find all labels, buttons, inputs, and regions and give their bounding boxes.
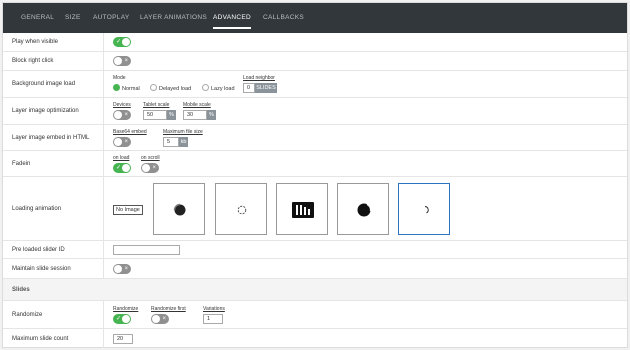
- max-slide-count-input[interactable]: 20: [113, 334, 133, 344]
- on-scroll-label: on scroll: [141, 155, 160, 161]
- row-label: Randomize: [3, 301, 104, 328]
- cross-icon: ×: [152, 165, 156, 171]
- randomize-first-toggle[interactable]: ×: [151, 314, 169, 324]
- cross-icon: ×: [124, 112, 128, 118]
- cross-icon: ×: [124, 58, 128, 64]
- tablet-scale-input[interactable]: 50: [143, 110, 167, 120]
- slides-unit: SLIDES: [255, 83, 277, 93]
- tab-autoplay[interactable]: Autoplay: [93, 3, 129, 33]
- row-randomize: Randomize Randomize ✓ Randomize first × …: [3, 301, 627, 329]
- base64-embed-label: Base64 embed: [113, 129, 147, 135]
- no-image-button[interactable]: No Image: [113, 205, 143, 215]
- cross-icon: ×: [124, 139, 128, 145]
- row-label: Layer image optimization: [3, 98, 104, 124]
- spinner-ring-icon: [237, 205, 247, 215]
- percent-unit: %: [167, 110, 176, 120]
- on-load-label: on load: [113, 155, 130, 161]
- row-maintain-session: Maintain slide session ×: [3, 259, 627, 279]
- fadein-on-scroll-toggle[interactable]: ×: [141, 163, 159, 173]
- block-right-click-toggle[interactable]: ×: [113, 56, 131, 66]
- variations-label: Variations: [203, 306, 225, 312]
- row-fadein: Fadein on load ✓ on scroll ×: [3, 151, 627, 177]
- row-label: Block right click: [3, 52, 104, 70]
- spinner-dot-icon: [173, 203, 186, 216]
- randomize-label: Randomize: [113, 306, 139, 312]
- check-icon: ✓: [116, 316, 122, 322]
- variations-input[interactable]: 1: [203, 314, 223, 324]
- randomize-first-label: Randomize first: [151, 306, 186, 312]
- section-slides: Slides: [3, 279, 627, 301]
- animation-option[interactable]: [337, 183, 389, 235]
- animation-option[interactable]: [215, 183, 267, 235]
- tab-size[interactable]: Size: [65, 3, 81, 33]
- tablet-scale-label: Tablet scale: [143, 102, 170, 108]
- row-background-image-load: Background image load Mode Normal Delaye…: [3, 71, 627, 98]
- tab-layer-animations[interactable]: Layer animations: [140, 3, 207, 33]
- cross-icon: ×: [124, 266, 128, 272]
- percent-unit: %: [207, 110, 216, 120]
- randomize-toggle[interactable]: ✓: [113, 314, 131, 324]
- row-loading-animation: Loading animation No Image: [3, 177, 627, 241]
- row-label: Fadein: [3, 151, 104, 176]
- row-pre-loaded-slider: Pre loaded slider ID: [3, 241, 627, 259]
- tab-callbacks[interactable]: Callbacks: [263, 3, 304, 33]
- row-label: Pre loaded slider ID: [3, 241, 104, 258]
- devices-toggle[interactable]: ×: [113, 110, 131, 120]
- pre-loaded-slider-input[interactable]: [113, 245, 180, 255]
- row-label: Layer image embed in HTML: [3, 125, 104, 150]
- tab-general[interactable]: General: [21, 3, 54, 33]
- load-neighbor-label: Load neighbor: [243, 75, 275, 81]
- radio-normal[interactable]: Normal: [113, 84, 140, 93]
- animation-option[interactable]: [276, 183, 328, 235]
- mode-label: Mode: [113, 75, 126, 81]
- radio-lazy-load[interactable]: Lazy load: [202, 84, 235, 93]
- play-when-visible-toggle[interactable]: ✓: [113, 37, 131, 47]
- load-neighbor-input[interactable]: 0: [243, 83, 255, 93]
- devices-label: Devices: [113, 102, 131, 108]
- tab-advanced[interactable]: Advanced: [213, 3, 252, 33]
- row-label: Loading animation: [3, 177, 104, 240]
- radio-delayed-load[interactable]: Delayed load: [150, 84, 191, 93]
- section-title: Slides: [12, 286, 30, 293]
- maintain-session-toggle[interactable]: ×: [113, 264, 131, 274]
- spinner-crescent-icon: [357, 203, 372, 217]
- row-label: Maximum slide count: [3, 329, 104, 348]
- check-icon: ✓: [116, 165, 122, 171]
- spinner-bars-icon: [292, 202, 314, 218]
- spinner-arc-icon: [424, 206, 429, 214]
- max-file-size-label: Maximum file size: [163, 129, 203, 135]
- fadein-on-load-toggle[interactable]: ✓: [113, 163, 131, 173]
- mobile-scale-input[interactable]: 30: [183, 110, 207, 120]
- row-label: Maintain slide session: [3, 259, 104, 278]
- cross-icon: ×: [162, 316, 166, 322]
- tab-bar: General Size Autoplay Layer animations A…: [3, 3, 627, 33]
- row-label: Play when visible: [3, 33, 104, 51]
- row-max-slide-count: Maximum slide count 20: [3, 329, 627, 348]
- row-label: Background image load: [3, 71, 104, 97]
- row-layer-image-embed: Layer image embed in HTML Base64 embed ×…: [3, 125, 627, 151]
- mobile-scale-label: Mobile scale: [183, 102, 211, 108]
- max-file-size-input[interactable]: 5: [163, 137, 179, 147]
- row-block-right-click: Block right click ×: [3, 52, 627, 71]
- kb-unit: kb: [179, 137, 188, 147]
- settings-panel: General Size Autoplay Layer animations A…: [2, 2, 628, 348]
- animation-option-selected[interactable]: [398, 183, 450, 235]
- animation-option[interactable]: [153, 183, 205, 235]
- row-layer-image-optimization: Layer image optimization Devices × Table…: [3, 98, 627, 125]
- check-icon: ✓: [116, 39, 122, 45]
- base64-embed-toggle[interactable]: ×: [113, 137, 131, 147]
- row-play-when-visible: Play when visible ✓: [3, 33, 627, 52]
